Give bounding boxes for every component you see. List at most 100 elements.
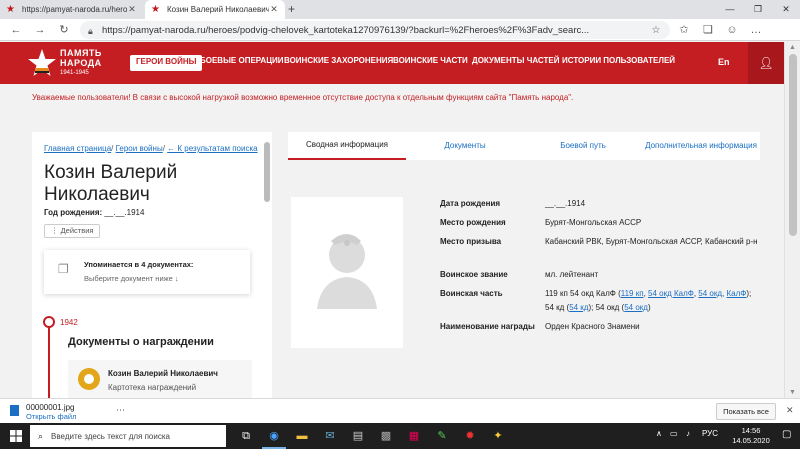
network-icon[interactable]: ▭ <box>670 429 678 438</box>
actions-button[interactable]: ⋮ Действия <box>44 224 101 238</box>
unit-link-54okd-2[interactable]: 54 окд <box>624 303 648 312</box>
lock-icon: 🔒︎ <box>88 25 93 36</box>
unit-link-kalf[interactable]: КалФ <box>727 289 747 298</box>
scroll-down-icon[interactable]: ▼ <box>789 389 796 396</box>
nav-operations[interactable]: БОЕВЫЕ ОПЕРАЦИИ <box>200 56 284 70</box>
url-text[interactable]: https://pamyat-naroda.ru/heroes/podvig-c… <box>102 25 650 36</box>
tray-chevron-icon[interactable]: ∧ <box>656 429 662 438</box>
back-to-results-link[interactable]: ← К результатам поиска <box>167 144 257 153</box>
field-value: 119 кп 54 окд КалФ (119 кп, 54 окд КалФ,… <box>545 287 760 315</box>
app-icon[interactable]: ✦ <box>490 428 506 444</box>
notifications-icon[interactable]: ▢ <box>782 429 791 440</box>
tab-title: Козин Валерий Николаевич с П <box>167 5 269 14</box>
new-tab-icon[interactable]: + <box>288 2 295 16</box>
forward-arrow-icon[interactable]: → <box>32 22 48 38</box>
search-icon: ⌕ <box>38 430 44 441</box>
notes-app-icon[interactable]: ▤ <box>350 428 366 444</box>
download-filename[interactable]: 00000001.jpg <box>26 403 75 412</box>
logo-line-2: НАРОДА <box>60 58 102 68</box>
profile-icon[interactable]: ☺ <box>724 22 740 38</box>
back-arrow-icon[interactable]: ← <box>8 22 24 38</box>
more-menu-icon[interactable]: … <box>748 22 764 38</box>
tab-combat-path[interactable]: Боевой путь <box>524 132 642 160</box>
browser-tab-2[interactable]: ★ Козин Валерий Николаевич с П ✕ <box>145 0 285 19</box>
url-bar[interactable]: 🔒︎ https://pamyat-naroda.ru/heroes/podvi… <box>80 21 670 39</box>
close-tab-icon[interactable]: ✕ <box>127 4 137 15</box>
awards-heading: Документы о награждении <box>68 336 214 348</box>
language-switch[interactable]: En <box>718 57 730 67</box>
close-download-bar-icon[interactable]: ✕ <box>786 405 794 416</box>
mail-icon[interactable]: ✉ <box>322 428 338 444</box>
site-logo[interactable]: ПАМЯТЬ НАРОДА 1941-1945 <box>28 48 108 80</box>
tab-strip: ★ https://pamyat-naroda.ru/heroes ✕ ★ Ко… <box>0 0 800 19</box>
nav-unit-documents[interactable]: ДОКУМЕНТЫ ЧАСТЕЙ <box>472 56 559 70</box>
field-value: Орден Красного Знамени <box>545 322 640 331</box>
taskbar-clock[interactable]: 14:56 14.05.2020 <box>726 426 776 446</box>
birth-year: Год рождения: __.__.1914 <box>44 208 144 217</box>
app-icon[interactable]: ▦ <box>406 428 422 444</box>
show-all-button[interactable]: Показать все <box>716 403 776 420</box>
app-icon[interactable]: ✎ <box>434 428 450 444</box>
keyboard-language[interactable]: РУС <box>702 429 718 438</box>
scroll-thumb[interactable] <box>789 54 797 236</box>
nav-burials[interactable]: ВОИНСКИЕ ЗАХОРОНЕНИЯ <box>284 56 393 70</box>
nav-heroes[interactable]: ГЕРОИ ВОЙНЫ <box>130 55 203 71</box>
windows-start-icon[interactable] <box>10 430 22 442</box>
nav-units[interactable]: ВОИНСКИЕ ЧАСТИ <box>393 56 468 70</box>
browser-tab-1[interactable]: ★ https://pamyat-naroda.ru/heroes ✕ <box>0 0 143 19</box>
mentions-box[interactable]: ❐ Упоминается в 4 документах: Выберите д… <box>44 250 250 294</box>
field-label: Дата рождения <box>440 199 501 208</box>
app-icon[interactable]: ▩ <box>378 428 394 444</box>
card-scroll-thumb[interactable] <box>264 142 270 202</box>
site-header: ПАМЯТЬ НАРОДА 1941-1945 ГЕРОИ ВОЙНЫ БОЕВ… <box>0 42 784 84</box>
taskbar-search[interactable]: ⌕ Введите здесь текст для поиска <box>30 425 226 447</box>
open-file-link[interactable]: Открыть файл <box>26 412 76 421</box>
taskbar: ⌕ Введите здесь текст для поиска ⧉ ◉ ▬ ✉… <box>0 423 800 449</box>
close-tab-icon[interactable]: ✕ <box>269 4 279 15</box>
collections-icon[interactable]: ❏ <box>700 22 716 38</box>
nav-user-stories[interactable]: ИСТОРИИ ПОЛЬЗОВАТЕЛЕЙ <box>562 56 675 70</box>
tab-additional-info[interactable]: Дополнительная информация <box>642 132 760 160</box>
documents-icon: ❐ <box>58 262 69 276</box>
logo-years: 1941-1945 <box>60 70 89 76</box>
mentions-subtitle: Выберите документ ниже ↓ <box>84 274 179 283</box>
award-document-card[interactable]: Козин Валерий Николаевич Картотека награ… <box>68 360 252 398</box>
unit-link-54okd[interactable]: 54 окд <box>698 289 722 298</box>
scroll-up-icon[interactable]: ▲ <box>789 44 796 51</box>
unit-link-54kd[interactable]: 54 кд <box>569 303 588 312</box>
tab-summary[interactable]: Сводная информация <box>288 132 406 160</box>
tab-documents[interactable]: Документы <box>406 132 524 160</box>
favorites-icon[interactable]: ✩ <box>676 22 692 38</box>
window-close-icon[interactable]: ✕ <box>772 0 800 19</box>
field-label: Воинская часть <box>440 289 503 298</box>
minimize-icon[interactable]: — <box>716 0 744 19</box>
user-account-icon[interactable]: 👤︎ <box>748 42 784 84</box>
app-icon[interactable]: ✹ <box>462 428 478 444</box>
unit-link-119kp[interactable]: 119 кп <box>621 289 644 298</box>
clock-time: 14:56 <box>741 426 761 435</box>
mentions-title: Упоминается в 4 документах: <box>84 260 194 269</box>
timeline-year: 1942 <box>60 318 78 327</box>
task-view-icon[interactable]: ⧉ <box>238 428 254 444</box>
reload-icon[interactable]: ↻ <box>56 22 72 38</box>
breadcrumb-heroes[interactable]: Герои войны <box>116 144 163 153</box>
breadcrumb: Главная страница/ Герои войны/ ← К резул… <box>44 144 258 153</box>
field-label: Воинское звание <box>440 270 508 279</box>
edge-browser-icon[interactable]: ◉ <box>262 428 286 449</box>
breadcrumb-home[interactable]: Главная страница <box>44 144 111 153</box>
page-scrollbar[interactable]: ▲ ▼ <box>784 42 800 398</box>
timeline-line <box>48 322 50 398</box>
logo-line-1: ПАМЯТЬ <box>60 48 102 58</box>
tab-title: https://pamyat-naroda.ru/heroes <box>22 5 127 14</box>
download-bar: 00000001.jpg Открыть файл ⋯ Показать все… <box>0 398 800 423</box>
unit-link-54okd-kalf[interactable]: 54 окд КалФ <box>648 289 694 298</box>
file-explorer-icon[interactable]: ▬ <box>294 428 310 444</box>
clock-date: 14.05.2020 <box>732 436 770 445</box>
maximize-icon[interactable]: ❐ <box>744 0 772 19</box>
bookmark-star-icon[interactable]: ☆ <box>650 25 662 36</box>
search-placeholder: Введите здесь текст для поиска <box>51 431 170 441</box>
timeline-dot <box>43 316 55 328</box>
download-more-icon[interactable]: ⋯ <box>116 405 125 416</box>
site-favicon-icon: ★ <box>6 3 15 15</box>
volume-icon[interactable]: ♪ <box>686 429 690 438</box>
